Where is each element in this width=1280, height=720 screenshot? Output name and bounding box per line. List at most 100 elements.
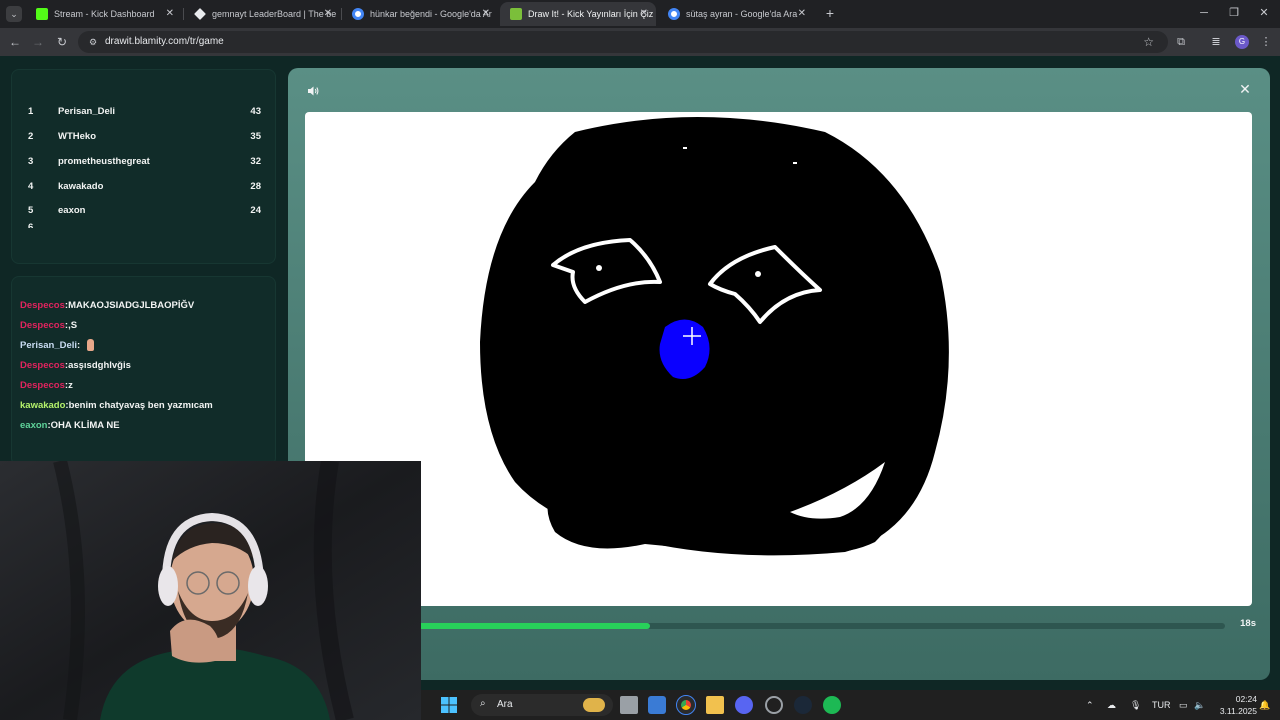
diamond-favicon-icon <box>194 8 206 20</box>
leaderboard-name: kawakado <box>58 181 104 192</box>
microsoft-store-icon[interactable] <box>648 696 666 714</box>
leaderboard-name: Perisan_Deli <box>58 106 116 117</box>
back-arrow-icon[interactable]: ← <box>6 33 24 51</box>
tab-draw-it[interactable]: Draw It! - Kick Yayınları İçin Çiz ✕ <box>500 2 656 26</box>
task-view-icon[interactable] <box>620 696 638 714</box>
network-icon[interactable]: ▭ <box>1179 690 1188 720</box>
tab-title: gemnayt LeaderBoard | The be <box>212 9 337 19</box>
volume-icon[interactable] <box>306 84 320 98</box>
taskbar-search-box[interactable]: ⌕ Ara <box>471 694 613 716</box>
leaderboard-row: 2 WTHeko 35 <box>12 125 275 149</box>
tab-title: Stream - Kick Dashboard <box>54 9 155 19</box>
chat-username[interactable]: kawakado <box>20 400 65 411</box>
webcam-overlay <box>0 461 421 720</box>
address-bar[interactable]: ⚙ drawit.blamity.com/tr/game ☆ <box>78 31 1168 53</box>
leaderboard-rank: 5 <box>28 205 34 216</box>
chat-username[interactable]: Despecos <box>20 360 65 371</box>
kick-favicon-icon <box>36 8 48 20</box>
drawing-strokes <box>480 117 949 556</box>
site-info-icon[interactable]: ⚙ <box>86 35 100 49</box>
leaderboard-score: 24 <box>250 205 261 216</box>
chat-message: Perisan_Deli: <box>20 336 270 356</box>
chat-panel: Despecos:MAKAOJSIADGJLBAOPİĞV Despecos:,… <box>11 276 276 466</box>
leaderboard-name: WTHeko <box>58 131 96 142</box>
white-speck <box>683 147 687 149</box>
microphone-icon[interactable]: 🎙 <box>1130 690 1141 720</box>
chat-username[interactable]: Despecos <box>20 320 65 331</box>
chrome-icon[interactable] <box>676 695 696 715</box>
tab-google-hunkar[interactable]: hünkar beğendi - Google'da Ar ✕ <box>342 2 498 26</box>
notification-bell-icon[interactable]: 🔔 <box>1259 690 1270 720</box>
leaderboard-row: 3 prometheusthegreat 32 <box>12 150 275 174</box>
taskbar-clock[interactable]: 02:24 3.11.2025 <box>1207 693 1257 717</box>
file-explorer-icon[interactable] <box>706 696 724 714</box>
leaderboard-row: 1 Perisan_Deli 43 <box>12 100 275 124</box>
webcam-image <box>0 461 421 720</box>
url-text[interactable]: drawit.blamity.com/tr/game <box>105 31 224 53</box>
google-favicon-icon <box>352 8 364 20</box>
media-queue-icon[interactable]: ≣ <box>1207 33 1225 51</box>
profile-avatar[interactable]: G <box>1235 35 1249 49</box>
close-icon[interactable]: ✕ <box>166 2 174 26</box>
chat-message: Despecos:,S <box>20 316 270 336</box>
spotify-icon[interactable] <box>823 696 841 714</box>
restore-icon[interactable]: ❐ <box>1224 5 1244 21</box>
steam-icon[interactable] <box>794 696 812 714</box>
chat-text: MAKAOJSIADGJLBAOPİĞV <box>68 300 195 311</box>
clock-time: 02:24 <box>1235 694 1257 704</box>
leaderboard-row: 5 eaxon 24 <box>12 199 275 223</box>
thumbs-up-emoji-icon <box>86 339 94 352</box>
timer-text: 18s <box>1240 618 1256 629</box>
chat-message: kawakado:benim chatyavaş ben yazmıcam <box>20 396 270 416</box>
menu-kebab-icon[interactable]: ⋮ <box>1257 33 1275 51</box>
leaderboard-score: 32 <box>250 156 261 167</box>
close-icon[interactable]: ✕ <box>1238 82 1252 96</box>
leaderboard-name: eaxon <box>58 205 86 216</box>
leaderboard-rank: 6 <box>28 222 34 228</box>
onedrive-cloud-icon[interactable]: ☁ <box>1107 690 1116 720</box>
tab-google-sutas[interactable]: sütaş ayran - Google'da Ara ✕ <box>658 2 814 26</box>
close-icon[interactable]: ✕ <box>798 2 806 26</box>
chat-message: Despecos:z <box>20 376 270 396</box>
chat-username[interactable]: eaxon <box>20 420 47 431</box>
leaderboard-row-cutoff: 6 <box>12 222 275 228</box>
extensions-puzzle-icon[interactable]: ⧉ <box>1172 33 1190 51</box>
clock-date: 3.11.2025 <box>1219 706 1257 716</box>
window-close-icon[interactable]: ✕ <box>1254 5 1274 21</box>
minimize-icon[interactable]: ─ <box>1194 5 1214 21</box>
browser-toolbar: ← → ↻ ⚙ drawit.blamity.com/tr/game ☆ ⧉ ≣… <box>0 28 1280 56</box>
tab-kick-dashboard[interactable]: Stream - Kick Dashboard ✕ <box>26 2 182 26</box>
new-tab-plus-icon[interactable]: + <box>822 4 838 22</box>
discord-icon[interactable] <box>735 696 753 714</box>
search-icon: ⌕ <box>480 698 486 709</box>
obs-icon[interactable] <box>765 696 783 714</box>
bookmark-star-icon[interactable]: ☆ <box>1143 31 1154 53</box>
close-icon[interactable]: ✕ <box>324 2 332 26</box>
chat-message: Despecos:MAKAOJSIADGJLBAOPİĞV <box>20 296 270 316</box>
language-indicator[interactable]: TUR <box>1152 690 1171 720</box>
close-icon[interactable]: ✕ <box>482 2 490 26</box>
leaderboard-panel: 1 Perisan_Deli 43 2 WTHeko 35 3 promethe… <box>11 69 276 264</box>
chat-text: ,S <box>68 320 78 331</box>
tab-search-chevron-icon[interactable]: ⌄ <box>6 6 22 22</box>
close-icon[interactable]: ✕ <box>640 2 648 26</box>
chat-username[interactable]: Despecos <box>20 300 65 311</box>
right-pupil-stroke <box>755 271 761 277</box>
chat-text: benim chatyavaş ben yazmıcam <box>68 400 213 411</box>
leaderboard-score: 35 <box>250 131 261 142</box>
drawing-canvas[interactable] <box>305 112 1252 606</box>
leaderboard-row: 4 kawakado 28 <box>12 175 275 199</box>
chat-username[interactable]: Perisan_Deli <box>20 340 77 351</box>
forward-arrow-icon[interactable]: → <box>29 33 47 51</box>
reload-icon[interactable]: ↻ <box>53 33 71 51</box>
chat-text: asşısdghlvğis <box>68 360 131 371</box>
white-speck <box>793 162 797 164</box>
speaker-icon[interactable]: 🔈 <box>1194 690 1205 720</box>
tab-leaderboard[interactable]: gemnayt LeaderBoard | The be ✕ <box>184 2 340 26</box>
leaderboard-name: prometheusthegreat <box>58 156 150 167</box>
chat-username[interactable]: Despecos <box>20 380 65 391</box>
windows-start-icon[interactable] <box>440 696 458 714</box>
tray-chevron-icon[interactable]: ⌃ <box>1086 690 1094 720</box>
leaderboard-rank: 3 <box>28 156 34 167</box>
leaderboard-score: 43 <box>250 106 261 117</box>
